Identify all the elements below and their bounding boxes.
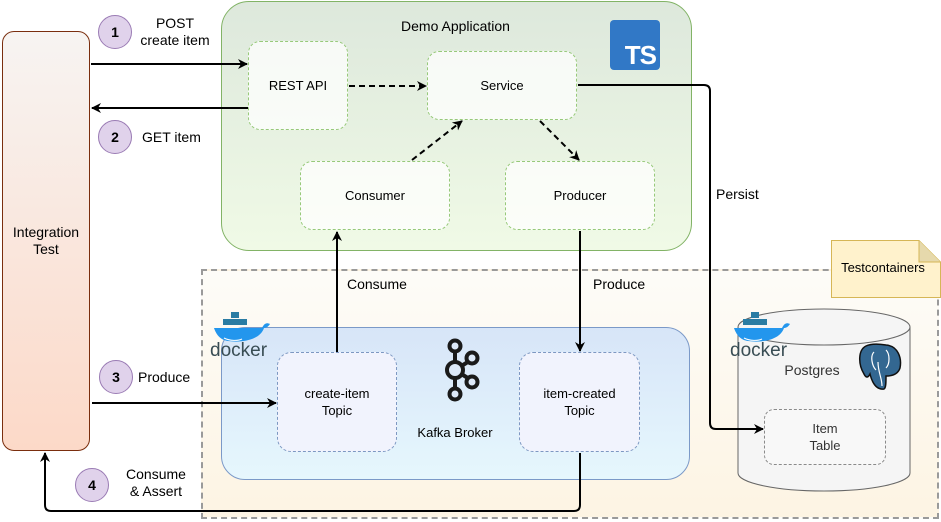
item-created-topic[interactable]: item-created Topic xyxy=(519,352,640,452)
consume-edge-label: Consume xyxy=(347,276,407,292)
docker-kafka-text: docker xyxy=(210,340,268,361)
item-created-topic-label: item-created xyxy=(543,386,616,401)
service-label: Service xyxy=(480,78,524,93)
kafka-broker-label: Kafka Broker xyxy=(417,425,493,440)
service-component[interactable]: Service xyxy=(427,51,577,120)
step-2-badge: 2 xyxy=(98,120,132,154)
kafka-icon xyxy=(445,338,480,402)
step-2-label: GET item xyxy=(142,129,201,145)
item-table-label: Item xyxy=(812,421,838,436)
docker-postgres-logo: docker xyxy=(728,310,794,364)
create-item-topic-label: create-item xyxy=(304,386,370,401)
consumer-label: Consumer xyxy=(345,188,405,203)
step-1-label-line2: create item xyxy=(140,32,210,48)
persist-edge-label: Persist xyxy=(716,186,759,202)
step-1-number: 1 xyxy=(111,24,119,40)
create-item-topic[interactable]: create-item Topic xyxy=(277,352,397,452)
step-4-label-line1: Consume xyxy=(126,466,186,482)
producer-component[interactable]: Producer xyxy=(505,161,655,230)
integration-test-block[interactable]: Integration Test xyxy=(2,31,90,451)
docker-postgres-text: docker xyxy=(730,340,788,361)
docker-whale-icon xyxy=(214,312,270,342)
rest-api-component[interactable]: REST API xyxy=(248,41,348,130)
step-1-badge: 1 xyxy=(98,15,132,49)
step-3-number: 3 xyxy=(112,369,120,385)
integration-test-label-line2: Test xyxy=(33,241,59,257)
step-1-label: POST create item xyxy=(133,15,217,49)
typescript-icon: TS xyxy=(610,20,660,70)
step-2-number: 2 xyxy=(111,129,119,145)
create-item-topic-sublabel: Topic xyxy=(321,403,353,418)
postgres-label: Postgres xyxy=(784,362,840,378)
postgres-elephant-icon xyxy=(859,343,902,390)
produce-edge-label: Produce xyxy=(593,276,646,292)
note-text: Testcontainers xyxy=(841,260,925,275)
step-3-badge: 3 xyxy=(99,360,133,394)
step-4-number: 4 xyxy=(88,477,96,493)
step-1-label-line1: POST xyxy=(155,15,195,31)
item-created-topic-sublabel: Topic xyxy=(564,403,595,418)
step-4-label-line2: & Assert xyxy=(129,483,183,499)
integration-test-label-line1: Integration xyxy=(12,224,80,240)
item-table[interactable]: Item Table xyxy=(764,409,886,465)
item-table-sublabel: Table xyxy=(809,438,841,453)
docker-kafka-logo: docker xyxy=(208,310,274,364)
step-4-label: Consume & Assert xyxy=(117,466,195,500)
consumer-component[interactable]: Consumer xyxy=(300,161,450,230)
step-4-badge: 4 xyxy=(75,468,109,502)
rest-api-label: REST API xyxy=(268,78,328,93)
typescript-badge-text: TS xyxy=(624,40,657,70)
testcontainers-note: Testcontainers xyxy=(831,240,941,298)
step-3-label: Produce xyxy=(138,369,191,385)
docker-whale-icon xyxy=(734,312,790,342)
producer-label: Producer xyxy=(553,188,607,203)
